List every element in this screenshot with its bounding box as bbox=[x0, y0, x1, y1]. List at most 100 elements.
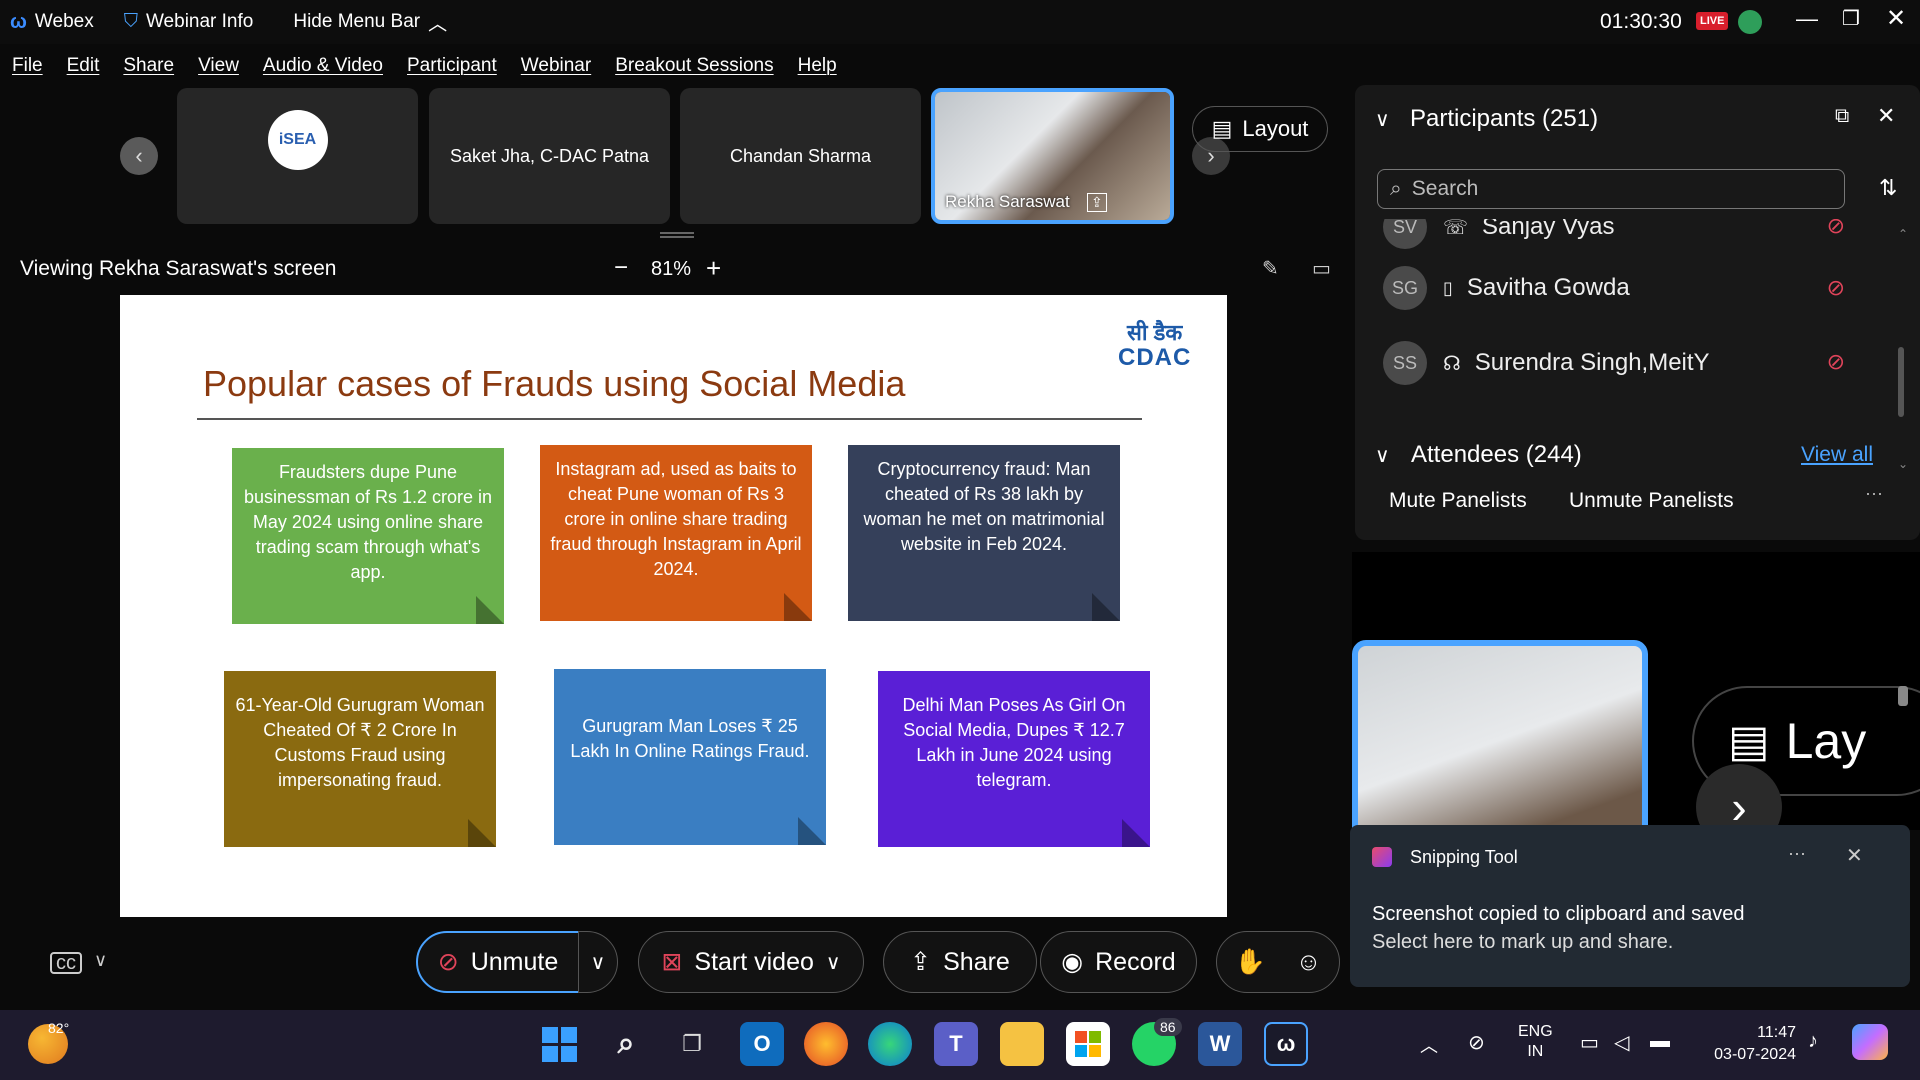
menu-breakout[interactable]: Breakout Sessions bbox=[615, 55, 773, 77]
collapse-chevron-icon[interactable]: ∨ bbox=[1375, 107, 1390, 132]
view-all-link[interactable]: View all bbox=[1801, 443, 1873, 467]
webex-logo-icon: ω bbox=[10, 10, 27, 33]
share-button[interactable]: ⇪ Share bbox=[883, 931, 1037, 993]
menu-edit[interactable]: Edit bbox=[67, 55, 100, 77]
unmute-button[interactable]: ⊘ Unmute bbox=[416, 931, 580, 993]
language-indicator[interactable]: ENG IN bbox=[1518, 1022, 1553, 1062]
start-video-button[interactable]: ⊠ Start video ∨ bbox=[638, 931, 864, 993]
page-fold bbox=[784, 593, 812, 621]
mic-tray-icon[interactable]: ⊘ bbox=[1468, 1030, 1485, 1055]
menu-share[interactable]: Share bbox=[123, 55, 174, 77]
menu-view[interactable]: View bbox=[198, 55, 239, 77]
annotate-icon[interactable]: ✎ bbox=[1262, 256, 1279, 281]
toast-more-icon[interactable]: ··· bbox=[1788, 843, 1806, 864]
menu-bar: File Edit Share View Audio & Video Parti… bbox=[0, 48, 1920, 84]
outlook-icon[interactable]: O bbox=[740, 1022, 784, 1066]
participant-row[interactable]: SV ☏ Sanjay Vyas bbox=[1383, 219, 1615, 249]
title-bar: ω Webex ⛉ Webinar Info Hide Menu Bar ︿ 0… bbox=[0, 0, 1920, 44]
raise-hand-icon[interactable]: ✋ bbox=[1235, 948, 1266, 977]
search-input[interactable]: ⌕ Search bbox=[1377, 169, 1845, 209]
restore-icon[interactable]: ❐ bbox=[1842, 6, 1860, 31]
page-fold bbox=[798, 817, 826, 845]
network-icon[interactable]: ▭ bbox=[1580, 1030, 1599, 1055]
toast-close-icon[interactable]: ✕ bbox=[1846, 843, 1863, 868]
menu-help[interactable]: Help bbox=[798, 55, 837, 77]
firefox-icon[interactable] bbox=[804, 1022, 848, 1066]
menu-webinar[interactable]: Webinar bbox=[521, 55, 591, 77]
scroll-thumb[interactable] bbox=[1898, 347, 1904, 417]
file-explorer-icon[interactable] bbox=[1000, 1022, 1044, 1066]
webex-app[interactable]: ω Webex bbox=[10, 11, 94, 34]
prev-tiles-icon[interactable]: ‹ bbox=[120, 137, 158, 175]
layout-button[interactable]: ▤ Layout bbox=[1192, 106, 1328, 152]
close-window-icon[interactable]: ✕ bbox=[1886, 4, 1906, 33]
menu-file[interactable]: File bbox=[12, 55, 43, 77]
close-panel-icon[interactable]: ✕ bbox=[1877, 103, 1895, 129]
edge-icon[interactable] bbox=[868, 1022, 912, 1066]
start-menu-icon[interactable] bbox=[537, 1022, 581, 1066]
chevron-down-icon: ∨ bbox=[590, 951, 606, 974]
captions-dropdown-icon[interactable]: ∨ bbox=[94, 950, 107, 971]
battery-icon[interactable]: ▬ bbox=[1650, 1030, 1670, 1053]
screen-options-icon[interactable]: ▭ bbox=[1312, 256, 1331, 281]
store-icon[interactable] bbox=[1066, 1022, 1110, 1066]
participant-row[interactable]: SS ☊ Surendra Singh,MeitY bbox=[1383, 341, 1710, 385]
screen-share-preview: ▤ Lay › bbox=[1352, 552, 1920, 830]
notification-bell-icon[interactable]: ♪ bbox=[1808, 1030, 1818, 1053]
mic-muted-icon[interactable]: ⊘ bbox=[1827, 349, 1845, 375]
clock[interactable]: 11:47 03-07-2024 bbox=[1700, 1022, 1796, 1066]
volume-icon[interactable]: ◁ bbox=[1614, 1030, 1629, 1055]
zoom-in-button[interactable]: + bbox=[706, 253, 721, 284]
task-view-icon[interactable]: ❐ bbox=[670, 1022, 714, 1066]
toast-app-name: Snipping Tool bbox=[1410, 847, 1518, 867]
reactions-group: ✋ ☺ bbox=[1216, 931, 1340, 993]
resize-handle[interactable] bbox=[660, 232, 694, 238]
unmute-panelists-button[interactable]: Unmute Panelists bbox=[1569, 489, 1734, 513]
toast-subtext: Select here to mark up and share. bbox=[1372, 931, 1674, 953]
reactions-icon[interactable]: ☺ bbox=[1296, 948, 1322, 977]
sort-icon[interactable]: ⇅ bbox=[1879, 175, 1897, 201]
scroll-down-icon[interactable]: ⌄ bbox=[1898, 457, 1908, 471]
record-button[interactable]: ◉ Record bbox=[1040, 931, 1197, 993]
word-icon[interactable]: W bbox=[1198, 1022, 1242, 1066]
popout-icon[interactable]: ⧉ bbox=[1835, 105, 1849, 128]
tray-overflow-icon[interactable]: ︿ bbox=[1420, 1032, 1438, 1058]
audio-options-dropdown[interactable]: ∨ bbox=[578, 931, 618, 993]
snipping-tool-notification[interactable]: Snipping Tool ··· ✕ Screenshot copied to… bbox=[1350, 825, 1910, 987]
menu-audio-video[interactable]: Audio & Video bbox=[263, 55, 383, 77]
share-icon: ⇪ bbox=[910, 948, 932, 976]
webinar-info-button[interactable]: ⛉ Webinar Info bbox=[124, 11, 254, 33]
tile-name: Rekha Saraswat bbox=[945, 192, 1070, 211]
captions-icon[interactable]: cc bbox=[50, 952, 82, 974]
card-text: Delhi Man Poses As Girl On Social Media,… bbox=[902, 695, 1126, 790]
search-taskbar-icon[interactable]: ⌕ bbox=[604, 1022, 648, 1066]
participant-name: Surendra Singh,MeitY bbox=[1474, 349, 1710, 376]
attendees-header: Attendees (244) bbox=[1411, 441, 1582, 468]
panel-scrollbar[interactable]: ⌃ ⌄ bbox=[1898, 227, 1908, 477]
copilot-icon[interactable] bbox=[1852, 1024, 1888, 1060]
mute-panelists-button[interactable]: Mute Panelists bbox=[1389, 489, 1527, 513]
minimize-icon[interactable]: — bbox=[1796, 6, 1818, 32]
zoom-out-button[interactable]: − bbox=[614, 254, 628, 282]
tile-saket-jha[interactable]: Saket Jha, C-DAC Patna bbox=[429, 88, 670, 224]
avatar: SV bbox=[1383, 219, 1427, 249]
scroll-up-icon[interactable]: ⌃ bbox=[1898, 227, 1908, 241]
hide-menu-button[interactable]: Hide Menu Bar ︿ bbox=[293, 9, 447, 36]
toast-message: Screenshot copied to clipboard and saved bbox=[1372, 903, 1745, 925]
tile-rekha-saraswat[interactable]: Rekha Saraswat ⇪ bbox=[931, 88, 1174, 224]
participant-row[interactable]: SG ▯ Savitha Gowda bbox=[1383, 266, 1630, 310]
mic-muted-icon[interactable]: ⊘ bbox=[1827, 219, 1845, 239]
tile-chandan-sharma[interactable]: Chandan Sharma bbox=[680, 88, 921, 224]
hide-menu-label: Hide Menu Bar bbox=[293, 11, 421, 32]
webex-taskbar-icon[interactable]: ω bbox=[1264, 1022, 1308, 1066]
mobile-icon: ▯ bbox=[1443, 277, 1453, 298]
share-screen-icon: ⇪ bbox=[1087, 193, 1107, 212]
fraud-card-5: Gurugram Man Loses ₹ 25 Lakh In Online R… bbox=[554, 669, 826, 845]
network-stats-icon[interactable] bbox=[1738, 10, 1762, 34]
tile-isea[interactable]: iSEA bbox=[177, 88, 418, 224]
menu-participant[interactable]: Participant bbox=[407, 55, 497, 77]
more-options-icon[interactable]: ··· bbox=[1865, 483, 1883, 504]
attendees-chevron-icon[interactable]: ∨ bbox=[1375, 443, 1390, 468]
teams-icon[interactable]: T bbox=[934, 1022, 978, 1066]
mic-muted-icon[interactable]: ⊘ bbox=[1827, 275, 1845, 301]
